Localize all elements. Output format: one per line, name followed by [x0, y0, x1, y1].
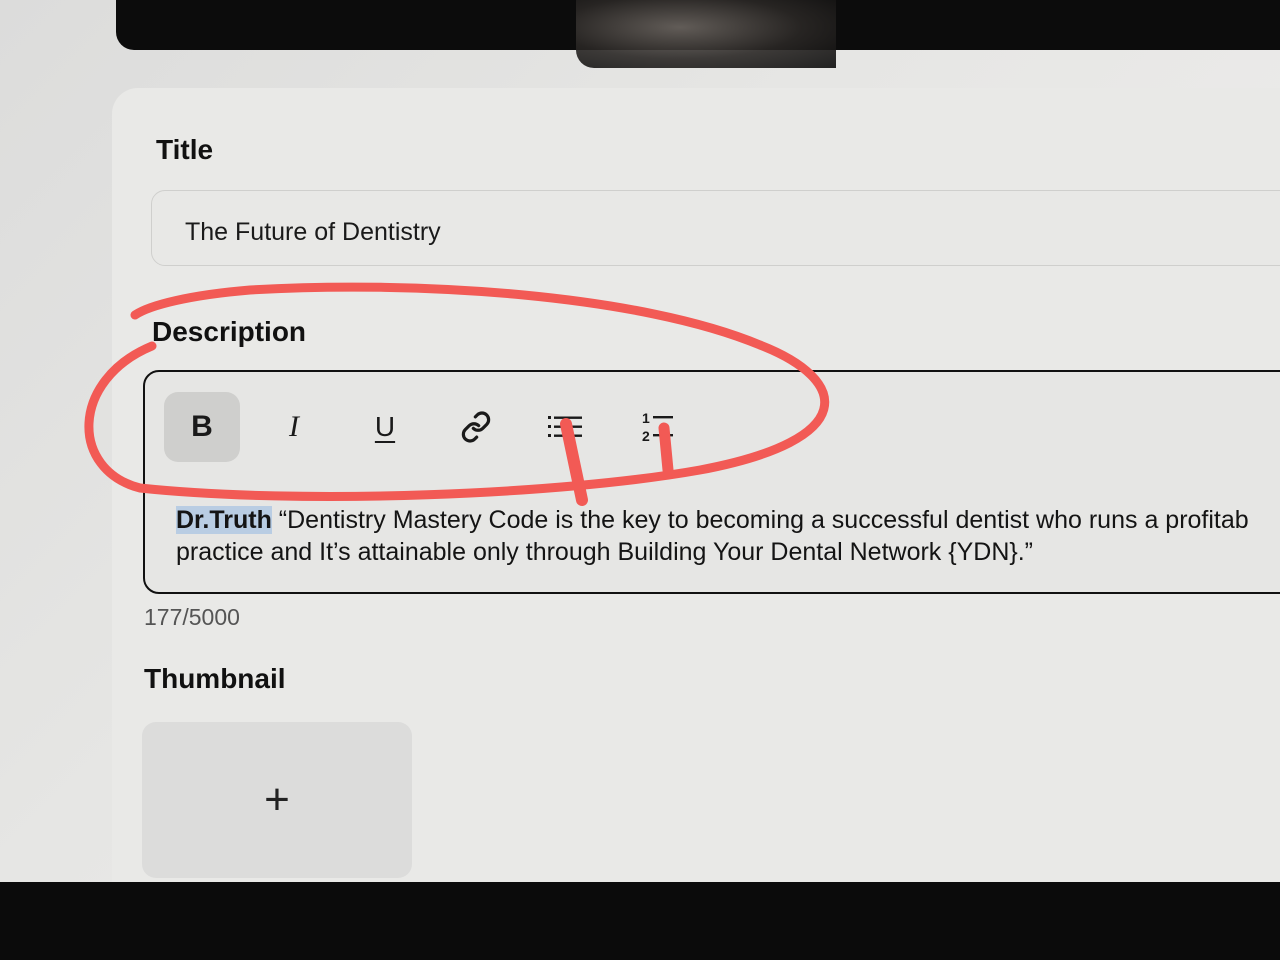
description-line-2: practice and It’s attainable only throug…: [176, 538, 1033, 566]
top-bar: [116, 0, 1280, 68]
bulleted-list-button[interactable]: [528, 392, 604, 462]
title-label: Title: [156, 134, 214, 165]
underline-button[interactable]: U: [347, 392, 423, 462]
bold-button[interactable]: B: [164, 392, 240, 462]
description-line-1: Dr.Truth “Dentistry Mastery Code is the …: [176, 504, 1276, 536]
numbered-list-icon: 1 2: [642, 410, 673, 444]
link-icon: [461, 411, 491, 443]
screen: Title The Future of Dentistry Descriptio…: [0, 0, 1280, 960]
description-label: Description: [152, 316, 307, 347]
svg-text:1: 1: [642, 410, 650, 426]
description-line-1-rest: “Dentistry Mastery Code is the key to be…: [271, 506, 1249, 534]
selected-text: Dr.Truth: [176, 506, 272, 534]
thumbnail-label: Thumbnail: [144, 663, 286, 694]
numbered-list-button[interactable]: 1 2: [620, 392, 696, 462]
bottom-bar: [0, 882, 1280, 960]
svg-text:2: 2: [642, 428, 650, 444]
thumbnail-upload-button[interactable]: +: [142, 722, 412, 878]
plus-icon: +: [264, 775, 290, 824]
link-button[interactable]: [438, 392, 514, 462]
bulleted-list-icon: [548, 416, 582, 437]
character-count: 177/5000: [144, 604, 240, 630]
description-text[interactable]: Dr.Truth “Dentistry Mastery Code is the …: [176, 504, 1276, 568]
header-image: [576, 0, 836, 68]
italic-button[interactable]: I: [256, 392, 332, 462]
title-input[interactable]: The Future of Dentistry: [151, 190, 1280, 266]
